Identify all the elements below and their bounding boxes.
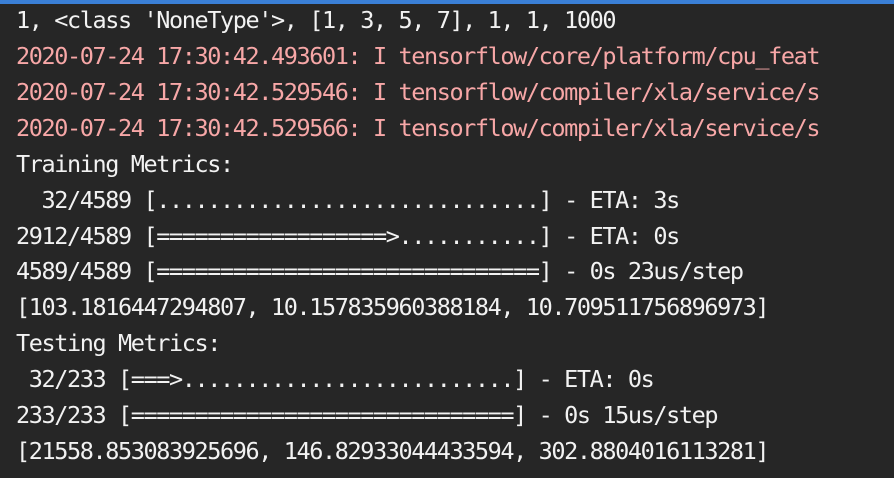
training-metrics-values: [103.1816447294807, 10.157835960388184, … — [16, 293, 770, 321]
training-metrics-heading: Training Metrics: — [16, 150, 234, 178]
training-progress-line: 32/4589 [..............................]… — [16, 186, 680, 214]
terminal-line-stderr: 2020-07-24 17:30:42.493601: I tensorflow… — [16, 42, 821, 70]
terminal-line-stderr: 2020-07-24 17:30:42.529546: I tensorflow… — [16, 78, 821, 106]
testing-progress-line: 32/233 [===>..........................] … — [16, 365, 655, 393]
testing-metrics-heading: Testing Metrics: — [16, 329, 221, 357]
testing-progress-line: 233/233 [==============================]… — [16, 401, 719, 429]
training-progress-line: 2912/4589 [==================>..........… — [16, 222, 680, 250]
testing-metrics-values: [21558.853083925696, 146.82933044433594,… — [16, 437, 770, 465]
window-top-accent — [0, 0, 894, 4]
terminal-line-stderr: 2020-07-24 17:30:42.529566: I tensorflow… — [16, 114, 821, 142]
terminal-line: 1, <class 'NoneType'>, [1, 3, 5, 7], 1, … — [16, 6, 617, 34]
training-progress-line: 4589/4589 [=============================… — [16, 257, 744, 285]
terminal-output[interactable]: 1, <class 'NoneType'>, [1, 3, 5, 7], 1, … — [0, 0, 894, 478]
